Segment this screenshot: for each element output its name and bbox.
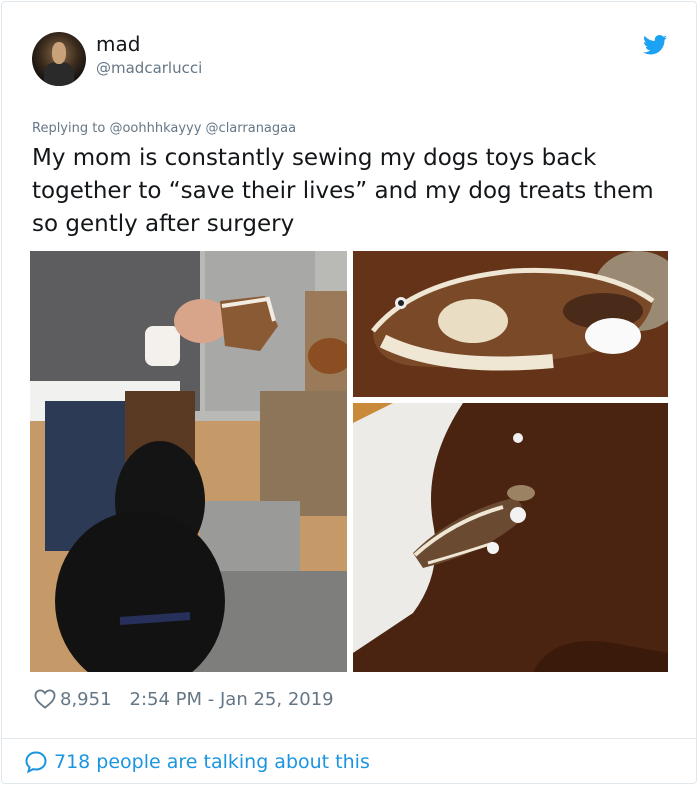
talking-label[interactable]: 718 people are talking about this bbox=[54, 751, 370, 773]
avatar[interactable] bbox=[32, 32, 86, 86]
user-handle[interactable]: @madcarlucci bbox=[96, 59, 202, 77]
display-name[interactable]: mad bbox=[96, 32, 140, 56]
twitter-bird-icon[interactable] bbox=[643, 35, 667, 55]
photo-stitched-toy[interactable] bbox=[353, 251, 668, 397]
photo-toy-on-rug[interactable] bbox=[353, 403, 668, 672]
photo-dog-and-owner[interactable] bbox=[30, 251, 347, 672]
replying-prefix: Replying to bbox=[32, 121, 106, 136]
speech-bubble-icon bbox=[25, 751, 47, 774]
tweet-text: My mom is constantly sewing my dogs toys… bbox=[32, 145, 654, 237]
conversation-link[interactable]: 718 people are talking about this bbox=[24, 748, 370, 776]
heart-icon[interactable] bbox=[34, 689, 56, 709]
reply-mentions[interactable]: @oohhhkayyy @clarranagaa bbox=[109, 121, 296, 136]
timestamp[interactable]: 2:54 PM - Jan 25, 2019 bbox=[130, 689, 334, 710]
tweet-meta: 8,951 2:54 PM - Jan 25, 2019 bbox=[34, 686, 334, 712]
divider bbox=[1, 738, 697, 739]
replying-to: Replying to @oohhhkayyy @clarranagaa bbox=[32, 121, 296, 136]
like-count[interactable]: 8,951 bbox=[60, 689, 112, 710]
